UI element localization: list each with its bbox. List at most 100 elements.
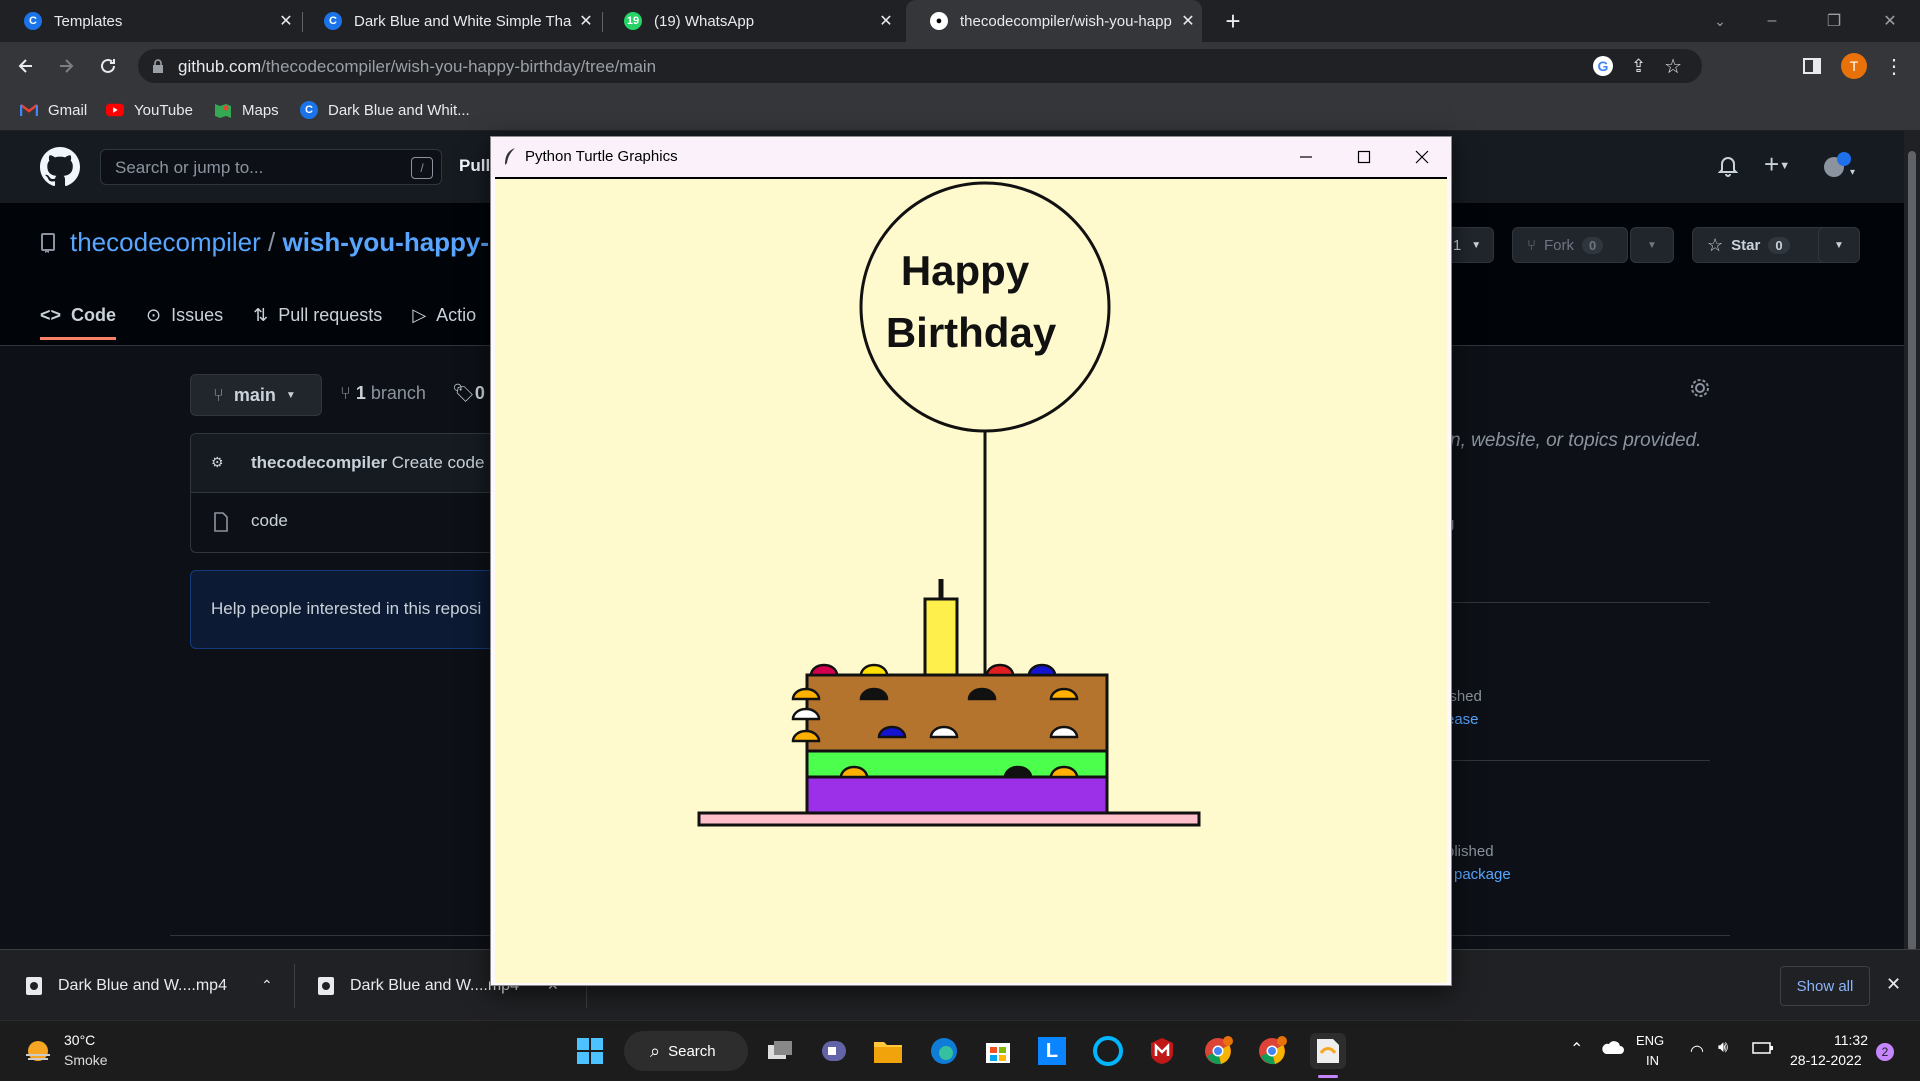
- header-pull-requests-link[interactable]: Pull: [459, 156, 490, 176]
- table-row: code: [191, 492, 511, 550]
- commit-author-link[interactable]: thecodecompiler: [251, 453, 387, 472]
- issues-icon: ⊙: [146, 304, 162, 325]
- app-l-icon[interactable]: L: [1034, 1033, 1070, 1069]
- wifi-icon[interactable]: ◠: [1690, 1041, 1704, 1061]
- turtle-canvas[interactable]: Happy Birthday: [495, 177, 1447, 983]
- close-tab-icon[interactable]: ✕: [272, 11, 300, 31]
- birthday-cake-drawing: Happy Birthday: [697, 181, 1201, 827]
- address-bar[interactable]: github.com/thecodecompiler/wish-you-happ…: [138, 49, 1702, 83]
- profile-avatar[interactable]: T: [1834, 42, 1874, 90]
- edge-browser-icon[interactable]: [926, 1033, 962, 1069]
- cake-bottom-layer: [805, 775, 1109, 815]
- bookmark-maps[interactable]: Maps: [214, 90, 279, 130]
- reload-button[interactable]: [88, 42, 128, 90]
- github-logo-icon[interactable]: [40, 147, 80, 187]
- minimize-icon[interactable]: –: [1742, 0, 1802, 42]
- clock-date[interactable]: 28-12-2022: [1790, 1052, 1862, 1068]
- cortana-icon[interactable]: [1090, 1033, 1126, 1069]
- google-lens-icon[interactable]: G: [1592, 56, 1613, 76]
- teams-chat-icon[interactable]: [816, 1033, 852, 1069]
- language-region: IN: [1646, 1053, 1659, 1068]
- language-indicator[interactable]: ENG: [1636, 1033, 1664, 1048]
- file-name-link[interactable]: code: [251, 511, 288, 531]
- menu-kebab-icon[interactable]: ⋮: [1874, 42, 1914, 90]
- tab-search-icon[interactable]: ⌄: [1690, 0, 1750, 42]
- clock-time[interactable]: 11:32: [1834, 1032, 1868, 1048]
- tab-github[interactable]: ● thecodecompiler/wish-you-happ ✕: [906, 0, 1202, 42]
- notification-badge[interactable]: 2: [1876, 1043, 1894, 1061]
- close-tab-icon[interactable]: ✕: [1174, 11, 1202, 31]
- tab-title: Dark Blue and White Simple Thar: [354, 12, 572, 30]
- restore-icon[interactable]: ❐: [1804, 0, 1864, 42]
- task-view-icon[interactable]: [762, 1033, 798, 1069]
- download-item[interactable]: Dark Blue and W....mp4 ⌃: [26, 950, 273, 1021]
- commit-message-link[interactable]: Create code: [392, 453, 485, 472]
- maximize-icon[interactable]: [1335, 137, 1393, 177]
- tags-link[interactable]: 🏷︎0: [452, 383, 485, 404]
- tab-dark-blue[interactable]: C Dark Blue and White Simple Thar ✕: [300, 0, 600, 42]
- bookmark-canva[interactable]: C Dark Blue and Whit...: [300, 90, 470, 130]
- bookmark-gmail[interactable]: Gmail: [20, 90, 87, 130]
- onedrive-cloud-icon[interactable]: [1600, 1039, 1624, 1060]
- tag-icon: 🏷︎: [452, 383, 475, 403]
- show-all-downloads-button[interactable]: Show all: [1780, 966, 1870, 1006]
- chevron-up-icon[interactable]: ⌃: [261, 977, 273, 994]
- close-icon[interactable]: [1393, 137, 1451, 177]
- chrome-profile-t-icon[interactable]: [1200, 1033, 1236, 1069]
- taskbar-search-button[interactable]: ⌕ Search: [624, 1031, 748, 1071]
- fork-button[interactable]: ⑂ Fork 0: [1512, 227, 1628, 263]
- publish-package-link[interactable]: package: [1454, 866, 1511, 883]
- weather-desc: Smoke: [64, 1052, 108, 1068]
- branch-select-button[interactable]: ⑂ main ▼: [190, 374, 322, 416]
- tab-whatsapp[interactable]: 19 (19) WhatsApp ✕: [600, 0, 900, 42]
- share-icon[interactable]: ⇪: [1631, 56, 1646, 77]
- forward-button[interactable]: [46, 42, 86, 90]
- close-window-icon[interactable]: ✕: [1860, 0, 1920, 42]
- notifications-bell-icon[interactable]: [1717, 155, 1739, 182]
- minimize-icon[interactable]: [1277, 137, 1335, 177]
- turtle-title-bar[interactable]: Python Turtle Graphics: [491, 137, 1451, 177]
- fork-dropdown[interactable]: ▼: [1630, 227, 1674, 263]
- about-description: n, website, or topics provided.: [1450, 430, 1702, 451]
- tab-templates[interactable]: C Templates ✕: [0, 0, 300, 42]
- microsoft-store-icon[interactable]: [980, 1033, 1016, 1069]
- python-turtle-window: Python Turtle Graphics Happy Birthday: [490, 136, 1452, 986]
- close-downloads-icon[interactable]: ✕: [1886, 974, 1901, 995]
- youtube-icon: [106, 101, 124, 119]
- close-tab-icon[interactable]: ✕: [872, 11, 900, 31]
- volume-icon[interactable]: 🔊︎: [1718, 1039, 1728, 1057]
- tab-code[interactable]: <> Code: [40, 293, 117, 340]
- star-dropdown[interactable]: ▼: [1818, 227, 1860, 263]
- back-button[interactable]: [6, 42, 46, 90]
- mcafee-icon[interactable]: [1144, 1033, 1180, 1069]
- repo-name-link[interactable]: wish-you-happy-bi: [282, 227, 512, 257]
- close-tab-icon[interactable]: ✕: [572, 11, 600, 31]
- file-explorer-icon[interactable]: [870, 1033, 906, 1069]
- tab-pull-requests[interactable]: ⇅ Pull requests: [253, 293, 382, 337]
- star-button[interactable]: ☆ Star 0: [1692, 227, 1832, 263]
- create-new-plus-icon[interactable]: +▼: [1764, 149, 1790, 180]
- tab-actions[interactable]: ▷ Actio: [412, 293, 476, 337]
- bookmark-youtube[interactable]: YouTube: [106, 90, 193, 130]
- chrome-profile-p-icon[interactable]: [1254, 1033, 1290, 1069]
- gear-icon[interactable]: [1690, 378, 1710, 398]
- weather-sun-icon[interactable]: [20, 1033, 56, 1069]
- windows-start-icon[interactable]: [572, 1033, 608, 1069]
- tab-title: thecodecompiler/wish-you-happ: [960, 12, 1172, 30]
- user-avatar[interactable]: ▾: [1820, 151, 1856, 186]
- branches-link[interactable]: ⑂ 1 branch: [340, 383, 426, 404]
- tab-issues[interactable]: ⊙ Issues: [146, 293, 223, 337]
- github-search-input[interactable]: Search or jump to... /: [100, 149, 442, 185]
- side-panel-icon[interactable]: [1792, 42, 1832, 90]
- help-text: Help people interested in this reposi: [211, 599, 482, 618]
- battery-icon[interactable]: [1752, 1041, 1774, 1060]
- python-turtle-taskbar-icon[interactable]: [1310, 1033, 1346, 1069]
- readme-help-banner: Help people interested in this reposi: [190, 570, 512, 649]
- bookmark-star-icon[interactable]: ☆: [1664, 54, 1682, 79]
- chevron-up-icon[interactable]: ⌃: [1570, 1039, 1583, 1059]
- latest-commit-row: ⚙ thecodecompiler Create code: [191, 434, 511, 493]
- new-tab-button[interactable]: +: [1208, 0, 1258, 42]
- page-scrollbar[interactable]: [1904, 131, 1920, 951]
- repo-icon: [41, 233, 55, 253]
- repo-owner-link[interactable]: thecodecompiler: [70, 227, 261, 257]
